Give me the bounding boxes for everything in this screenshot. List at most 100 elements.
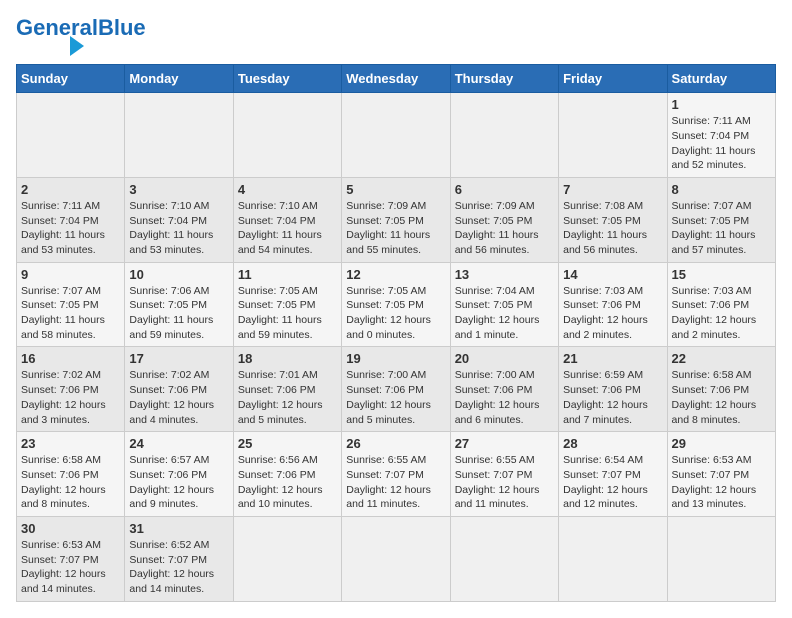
day-number: 30	[21, 521, 120, 536]
day-number: 25	[238, 436, 337, 451]
day-info: Sunrise: 7:11 AMSunset: 7:04 PMDaylight:…	[21, 199, 120, 258]
calendar-cell: 9 Sunrise: 7:07 AMSunset: 7:05 PMDaylight…	[17, 262, 125, 347]
logo: GeneralBlue	[16, 16, 146, 56]
calendar-cell: 30 Sunrise: 6:53 AMSunset: 7:07 PMDayligh…	[17, 516, 125, 601]
day-number: 7	[563, 182, 662, 197]
day-info: Sunrise: 6:56 AMSunset: 7:06 PMDaylight:…	[238, 453, 337, 512]
day-number: 31	[129, 521, 228, 536]
day-info: Sunrise: 7:02 AMSunset: 7:06 PMDaylight:…	[21, 368, 120, 427]
calendar-week-2: 9 Sunrise: 7:07 AMSunset: 7:05 PMDaylight…	[17, 262, 776, 347]
day-info: Sunrise: 6:55 AMSunset: 7:07 PMDaylight:…	[455, 453, 554, 512]
col-header-monday: Monday	[125, 65, 233, 93]
calendar-cell: 29 Sunrise: 6:53 AMSunset: 7:07 PMDayligh…	[667, 432, 775, 517]
day-info: Sunrise: 7:06 AMSunset: 7:05 PMDaylight:…	[129, 284, 228, 343]
col-header-thursday: Thursday	[450, 65, 558, 93]
col-header-wednesday: Wednesday	[342, 65, 450, 93]
calendar-cell: 23 Sunrise: 6:58 AMSunset: 7:06 PMDayligh…	[17, 432, 125, 517]
calendar-cell: 6 Sunrise: 7:09 AMSunset: 7:05 PMDaylight…	[450, 177, 558, 262]
calendar-cell: 31 Sunrise: 6:52 AMSunset: 7:07 PMDayligh…	[125, 516, 233, 601]
day-info: Sunrise: 7:09 AMSunset: 7:05 PMDaylight:…	[346, 199, 445, 258]
calendar-cell: 7 Sunrise: 7:08 AMSunset: 7:05 PMDaylight…	[559, 177, 667, 262]
day-info: Sunrise: 7:00 AMSunset: 7:06 PMDaylight:…	[346, 368, 445, 427]
day-info: Sunrise: 7:03 AMSunset: 7:06 PMDaylight:…	[563, 284, 662, 343]
day-number: 3	[129, 182, 228, 197]
day-info: Sunrise: 7:10 AMSunset: 7:04 PMDaylight:…	[238, 199, 337, 258]
calendar-week-1: 2 Sunrise: 7:11 AMSunset: 7:04 PMDaylight…	[17, 177, 776, 262]
calendar-week-5: 30 Sunrise: 6:53 AMSunset: 7:07 PMDayligh…	[17, 516, 776, 601]
day-info: Sunrise: 7:07 AMSunset: 7:05 PMDaylight:…	[21, 284, 120, 343]
calendar-cell: 13Sunrise: 7:04 AMSunset: 7:05 PMDayligh…	[450, 262, 558, 347]
calendar-cell	[342, 93, 450, 178]
day-number: 11	[238, 267, 337, 282]
calendar-cell	[559, 516, 667, 601]
day-info: Sunrise: 7:08 AMSunset: 7:05 PMDaylight:…	[563, 199, 662, 258]
day-info: Sunrise: 7:01 AMSunset: 7:06 PMDaylight:…	[238, 368, 337, 427]
calendar-cell: 20 Sunrise: 7:00 AMSunset: 7:06 PMDayligh…	[450, 347, 558, 432]
col-header-tuesday: Tuesday	[233, 65, 341, 93]
day-number: 12	[346, 267, 445, 282]
calendar-cell: 3 Sunrise: 7:10 AMSunset: 7:04 PMDaylight…	[125, 177, 233, 262]
day-info: Sunrise: 6:58 AMSunset: 7:06 PMDaylight:…	[21, 453, 120, 512]
calendar-cell: 19 Sunrise: 7:00 AMSunset: 7:06 PMDayligh…	[342, 347, 450, 432]
day-info: Sunrise: 6:54 AMSunset: 7:07 PMDaylight:…	[563, 453, 662, 512]
calendar-cell: 21Sunrise: 6:59 AMSunset: 7:06 PMDayligh…	[559, 347, 667, 432]
calendar-cell: 8Sunrise: 7:07 AMSunset: 7:05 PMDaylight…	[667, 177, 775, 262]
day-info: Sunrise: 7:09 AMSunset: 7:05 PMDaylight:…	[455, 199, 554, 258]
calendar-cell: 27 Sunrise: 6:55 AMSunset: 7:07 PMDayligh…	[450, 432, 558, 517]
day-number: 19	[346, 351, 445, 366]
day-number: 29	[672, 436, 771, 451]
calendar-week-0: 1 Sunrise: 7:11 AMSunset: 7:04 PMDaylight…	[17, 93, 776, 178]
calendar-cell: 22Sunrise: 6:58 AMSunset: 7:06 PMDayligh…	[667, 347, 775, 432]
day-number: 18	[238, 351, 337, 366]
day-info: Sunrise: 6:52 AMSunset: 7:07 PMDaylight:…	[129, 538, 228, 597]
day-number: 28	[563, 436, 662, 451]
day-number: 22	[672, 351, 771, 366]
day-number: 13	[455, 267, 554, 282]
day-info: Sunrise: 6:53 AMSunset: 7:07 PMDaylight:…	[672, 453, 771, 512]
calendar-cell	[17, 93, 125, 178]
day-info: Sunrise: 7:07 AMSunset: 7:05 PMDaylight:…	[672, 199, 771, 258]
day-number: 1	[672, 97, 771, 112]
day-number: 6	[455, 182, 554, 197]
day-number: 9	[21, 267, 120, 282]
col-header-friday: Friday	[559, 65, 667, 93]
day-number: 27	[455, 436, 554, 451]
calendar-cell	[233, 93, 341, 178]
calendar-cell: 2 Sunrise: 7:11 AMSunset: 7:04 PMDaylight…	[17, 177, 125, 262]
day-number: 14	[563, 267, 662, 282]
calendar-cell: 25 Sunrise: 6:56 AMSunset: 7:06 PMDayligh…	[233, 432, 341, 517]
day-info: Sunrise: 7:03 AMSunset: 7:06 PMDaylight:…	[672, 284, 771, 343]
calendar-table: SundayMondayTuesdayWednesdayThursdayFrid…	[16, 64, 776, 602]
calendar-cell	[450, 516, 558, 601]
calendar-cell	[342, 516, 450, 601]
calendar-cell: 14 Sunrise: 7:03 AMSunset: 7:06 PMDayligh…	[559, 262, 667, 347]
day-info: Sunrise: 6:53 AMSunset: 7:07 PMDaylight:…	[21, 538, 120, 597]
day-number: 17	[129, 351, 228, 366]
day-info: Sunrise: 7:11 AMSunset: 7:04 PMDaylight:…	[672, 114, 771, 173]
calendar-cell: 10Sunrise: 7:06 AMSunset: 7:05 PMDayligh…	[125, 262, 233, 347]
calendar-week-3: 16 Sunrise: 7:02 AMSunset: 7:06 PMDayligh…	[17, 347, 776, 432]
day-number: 2	[21, 182, 120, 197]
logo-icon	[70, 36, 84, 56]
day-number: 20	[455, 351, 554, 366]
calendar-week-4: 23 Sunrise: 6:58 AMSunset: 7:06 PMDayligh…	[17, 432, 776, 517]
col-header-sunday: Sunday	[17, 65, 125, 93]
calendar-cell: 5Sunrise: 7:09 AMSunset: 7:05 PMDaylight…	[342, 177, 450, 262]
day-number: 16	[21, 351, 120, 366]
calendar-cell: 11Sunrise: 7:05 AMSunset: 7:05 PMDayligh…	[233, 262, 341, 347]
day-number: 26	[346, 436, 445, 451]
day-info: Sunrise: 7:10 AMSunset: 7:04 PMDaylight:…	[129, 199, 228, 258]
day-info: Sunrise: 7:00 AMSunset: 7:06 PMDaylight:…	[455, 368, 554, 427]
col-header-saturday: Saturday	[667, 65, 775, 93]
calendar-cell	[450, 93, 558, 178]
day-number: 24	[129, 436, 228, 451]
calendar-cell: 26 Sunrise: 6:55 AMSunset: 7:07 PMDayligh…	[342, 432, 450, 517]
day-info: Sunrise: 7:02 AMSunset: 7:06 PMDaylight:…	[129, 368, 228, 427]
page-header: GeneralBlue	[16, 16, 776, 56]
calendar-cell: 12Sunrise: 7:05 AMSunset: 7:05 PMDayligh…	[342, 262, 450, 347]
calendar-cell	[233, 516, 341, 601]
day-number: 4	[238, 182, 337, 197]
day-number: 23	[21, 436, 120, 451]
day-info: Sunrise: 6:55 AMSunset: 7:07 PMDaylight:…	[346, 453, 445, 512]
logo-general: General	[16, 15, 98, 40]
